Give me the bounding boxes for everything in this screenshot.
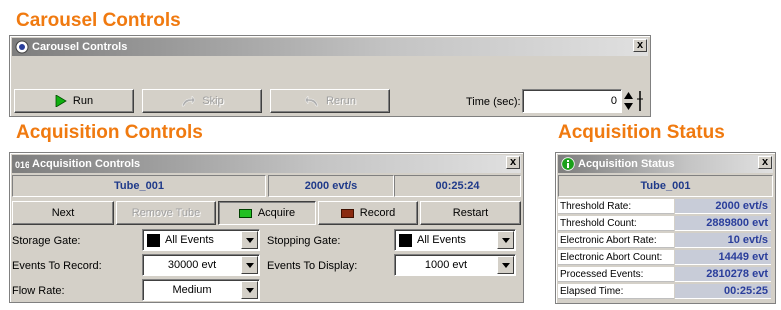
time-value: 0 [610, 95, 617, 107]
status-row-value: 2810278 evt [675, 267, 771, 282]
flow-rate-value: Medium [172, 284, 212, 296]
carousel-heading: Carousel Controls [16, 10, 181, 31]
status-row-label: Electronic Abort Count: [558, 250, 674, 265]
storage-gate-select[interactable]: All Events [142, 229, 260, 251]
record-button[interactable]: Record [318, 201, 418, 225]
skip-button[interactable]: Skip [142, 89, 262, 113]
status-row-label: Electronic Abort Rate: [558, 233, 674, 248]
rerun-button[interactable]: Rerun [270, 89, 390, 113]
status-rows: Threshold Rate: 2000 evt/s Threshold Count… [556, 199, 775, 303]
status-row-value: 2000 evt/s [675, 199, 771, 214]
events-to-record-value: 30000 evt [167, 259, 217, 271]
events-to-record-label: Events To Record: [12, 260, 102, 272]
color-swatch-icon [399, 233, 412, 247]
status-row-value: 14449 evt [675, 250, 771, 265]
skip-label: Skip [202, 95, 224, 107]
acquire-label: Acquire [257, 207, 296, 219]
color-swatch-icon [147, 233, 160, 247]
acq-status-close-button[interactable]: x [758, 156, 772, 169]
stopping-gate-select[interactable]: All Events [394, 229, 516, 251]
carousel-close-button[interactable]: x [633, 39, 647, 52]
acq-controls-title: Acquisition Controls [32, 158, 141, 170]
run-button[interactable]: Run [14, 89, 134, 113]
status-row-label: Elapsed Time: [558, 284, 674, 299]
acquisition-status-window: Acquisition Status x Tube_001 Threshold … [555, 152, 776, 304]
play-icon [55, 95, 67, 107]
record-label: Record [359, 207, 396, 219]
status-row-value: 00:25:25 [675, 284, 771, 299]
status-row-value: 10 evt/s [675, 233, 771, 248]
restart-button[interactable]: Restart [420, 201, 521, 225]
stopping-gate-value: All Events [399, 230, 493, 250]
carousel-title: Carousel Controls [32, 41, 128, 53]
next-button[interactable]: Next [12, 201, 114, 225]
info-icon [561, 157, 575, 171]
carousel-controls-window: Carousel Controls x Run Skip Rerun Time … [9, 35, 651, 117]
carousel-titlebar: Carousel Controls [12, 38, 648, 56]
run-label: Run [72, 95, 94, 107]
acq-rate: 2000 evt/s [268, 175, 394, 197]
status-tube-name: Tube_001 [558, 175, 773, 197]
chevron-down-icon[interactable] [497, 231, 514, 249]
rerun-icon [304, 95, 319, 107]
time-input[interactable]: 0 [522, 89, 622, 113]
time-stop-icon[interactable] [636, 89, 644, 113]
acq-controls-close-button[interactable]: x [506, 156, 520, 169]
storage-gate-value: All Events [147, 230, 237, 250]
acquisition-controls-heading: Acquisition Controls [16, 122, 203, 143]
status-row-label: Processed Events: [558, 267, 674, 282]
acquire-indicator-icon [238, 208, 252, 218]
chevron-down-icon[interactable] [497, 256, 514, 274]
acq-controls-titlebar: 016 Acquisition Controls [12, 155, 521, 173]
stopping-gate-text: All Events [417, 234, 466, 246]
storage-gate-text: All Events [165, 234, 214, 246]
skip-icon [181, 95, 196, 107]
time-spinner[interactable] [624, 89, 633, 113]
acquire-button[interactable]: Acquire [218, 201, 316, 225]
acq-elapsed: 00:25:24 [394, 175, 521, 197]
events-to-display-label: Events To Display: [267, 260, 358, 272]
chevron-down-icon[interactable] [241, 256, 258, 274]
status-row-value: 2889800 evt [675, 216, 771, 231]
record-indicator-icon [340, 208, 354, 218]
events-to-record-select[interactable]: 30000 evt [142, 254, 260, 276]
rerun-label: Rerun [326, 95, 356, 107]
events-to-display-select[interactable]: 1000 evt [394, 254, 516, 276]
events-to-display-value: 1000 evt [424, 259, 468, 271]
status-row-label: Threshold Count: [558, 216, 674, 231]
stopping-gate-label: Stopping Gate: [267, 235, 341, 247]
acquisition-status-heading: Acquisition Status [558, 122, 725, 143]
time-label: Time (sec): [466, 96, 521, 108]
storage-gate-label: Storage Gate: [12, 235, 81, 247]
chevron-down-icon[interactable] [241, 231, 258, 249]
status-row-label: Threshold Rate: [558, 199, 674, 214]
flow-rate-label: Flow Rate: [12, 285, 65, 297]
chevron-down-icon[interactable] [241, 281, 258, 299]
spinner-arrows-icon [624, 92, 633, 110]
carousel-app-icon [15, 40, 29, 54]
svg-text:016: 016 [15, 160, 29, 170]
acq-status-title: Acquisition Status [578, 158, 675, 170]
acq-controls-app-icon: 016 [15, 160, 29, 170]
remove-tube-button[interactable]: Remove Tube [116, 201, 216, 225]
acq-tube-name: Tube_001 [12, 175, 266, 197]
acq-status-titlebar: Acquisition Status [558, 155, 773, 173]
acquisition-controls-window: 016 Acquisition Controls x Tube_001 2000… [9, 152, 524, 303]
flow-rate-select[interactable]: Medium [142, 279, 260, 301]
